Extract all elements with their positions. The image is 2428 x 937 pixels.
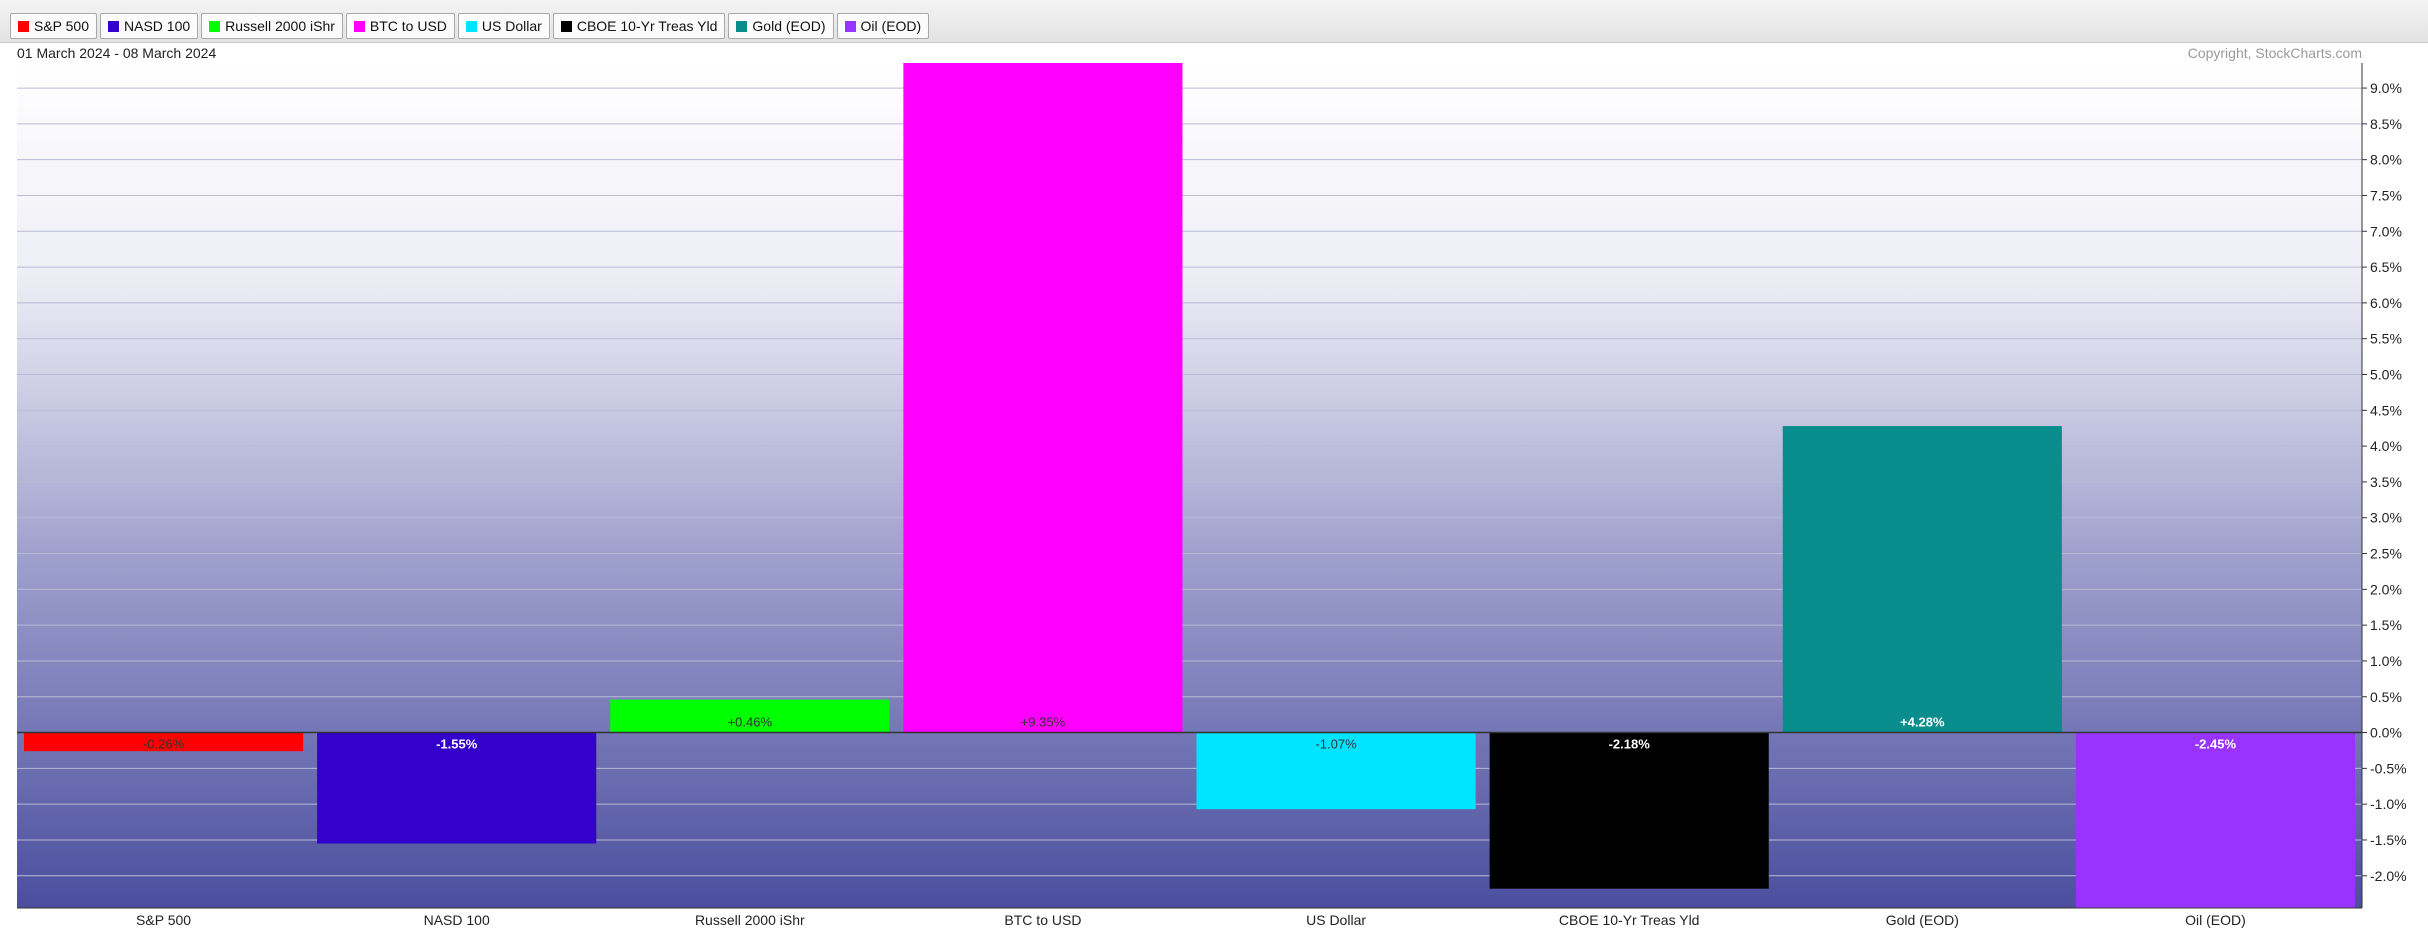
legend-swatch (736, 20, 748, 32)
data-label: -2.18% (1609, 737, 1651, 752)
y-tick-label: 4.0% (2370, 438, 2402, 454)
legend-swatch (353, 20, 365, 32)
legend-item-sp500[interactable]: S&P 500 (10, 13, 98, 39)
y-tick-label: -1.0% (2370, 796, 2407, 812)
data-label: -2.45% (2195, 737, 2237, 752)
y-tick-label: 6.0% (2370, 295, 2402, 311)
legend-label: S&P 500 (34, 18, 90, 34)
legend-label: NASD 100 (124, 18, 191, 34)
y-tick-label: 3.0% (2370, 510, 2402, 526)
legend-label: BTC to USD (369, 18, 447, 34)
y-tick-label: -2.0% (2370, 868, 2407, 884)
legend-swatch (108, 20, 120, 32)
legend-swatch (560, 20, 572, 32)
y-tick-label: -1.5% (2370, 832, 2407, 848)
y-tick-label: 4.5% (2370, 402, 2402, 418)
legend-label: US Dollar (481, 18, 542, 34)
date-range-label: 01 March 2024 - 08 March 2024 (17, 45, 217, 61)
y-tick-label: 1.5% (2370, 617, 2402, 633)
x-tick-label: S&P 500 (136, 912, 191, 928)
y-tick-label: 3.5% (2370, 474, 2402, 490)
y-tick-label: -0.5% (2370, 760, 2407, 776)
legend-swatch (844, 20, 856, 32)
y-tick-label: 8.0% (2370, 152, 2402, 168)
x-tick-label: NASD 100 (424, 912, 490, 928)
y-tick-label: 5.5% (2370, 331, 2402, 347)
x-tick-label: CBOE 10-Yr Treas Yld (1559, 912, 1700, 928)
data-label: +9.35% (1021, 715, 1066, 730)
bar (1782, 426, 2062, 733)
data-label: +0.46% (728, 715, 773, 730)
y-tick-label: 1.0% (2370, 653, 2402, 669)
legend-item-btc-usd[interactable]: BTC to USD (345, 13, 455, 39)
legend-swatch (18, 20, 29, 32)
y-tick-label: 6.5% (2370, 259, 2402, 275)
data-label: -1.07% (1315, 737, 1357, 752)
data-label: -0.26% (143, 737, 185, 752)
x-axis: S&P 500 NASD 100 Russell 2000 iShr BTC to U… (17, 907, 2362, 928)
legend-item-gold[interactable]: Gold (EOD) (728, 13, 834, 39)
legend-bar: S&P 500 NASD 100 Russell 2000 iShr BTC t… (0, 0, 2428, 43)
x-tick-label: Russell 2000 iShr (695, 912, 805, 928)
y-tick-label: 7.5% (2370, 187, 2402, 203)
x-tick-label: US Dollar (1306, 912, 1366, 928)
y-axis: 9.0% 8.5% 8.0% 7.5% 7.0% 6.5% 6.0% 5.5% 5.0% 4.5%… (2361, 63, 2407, 908)
data-label: +4.28% (1900, 715, 1945, 730)
legend-label: Russell 2000 iShr (225, 18, 335, 34)
legend-label: Gold (EOD) (752, 18, 826, 34)
y-tick-label: 5.0% (2370, 367, 2402, 383)
legend-swatch (465, 20, 477, 32)
copyright-text: Copyright, StockCharts.com (2187, 45, 2362, 61)
bar (1489, 732, 1769, 889)
y-tick-label: 2.5% (2370, 546, 2402, 562)
y-tick-label: 0.5% (2370, 689, 2402, 705)
legend: S&P 500 NASD 100 Russell 2000 iShr BTC t… (10, 13, 930, 39)
y-tick-label: 9.0% (2370, 80, 2402, 96)
y-tick-label: 2.0% (2370, 581, 2402, 597)
legend-swatch (209, 20, 221, 32)
legend-item-us-dollar[interactable]: US Dollar (457, 13, 550, 39)
legend-item-oil[interactable]: Oil (EOD) (836, 13, 930, 39)
legend-item-nasd100[interactable]: NASD 100 (100, 13, 199, 39)
bar (2075, 732, 2355, 908)
legend-item-10yr-yield[interactable]: CBOE 10-Yr Treas Yld (552, 13, 726, 39)
legend-item-russell2000[interactable]: Russell 2000 iShr (201, 13, 343, 39)
x-tick-label: BTC to USD (1004, 912, 1081, 928)
data-label: -1.55% (436, 737, 478, 752)
y-tick-label: 7.0% (2370, 223, 2402, 239)
x-tick-label: Oil (EOD) (2185, 912, 2246, 928)
legend-label: Oil (EOD) (860, 18, 922, 34)
x-tick-label: Gold (EOD) (1886, 912, 1959, 928)
bar-chart: -0.26% -1.55% +0.46% +9.35% -1.07% -2.18% +4.2… (17, 63, 2407, 928)
y-tick-label: 8.5% (2370, 116, 2402, 132)
y-tick-label: 0.0% (2370, 725, 2402, 741)
bar (903, 63, 1183, 733)
legend-label: CBOE 10-Yr Treas Yld (576, 18, 718, 34)
